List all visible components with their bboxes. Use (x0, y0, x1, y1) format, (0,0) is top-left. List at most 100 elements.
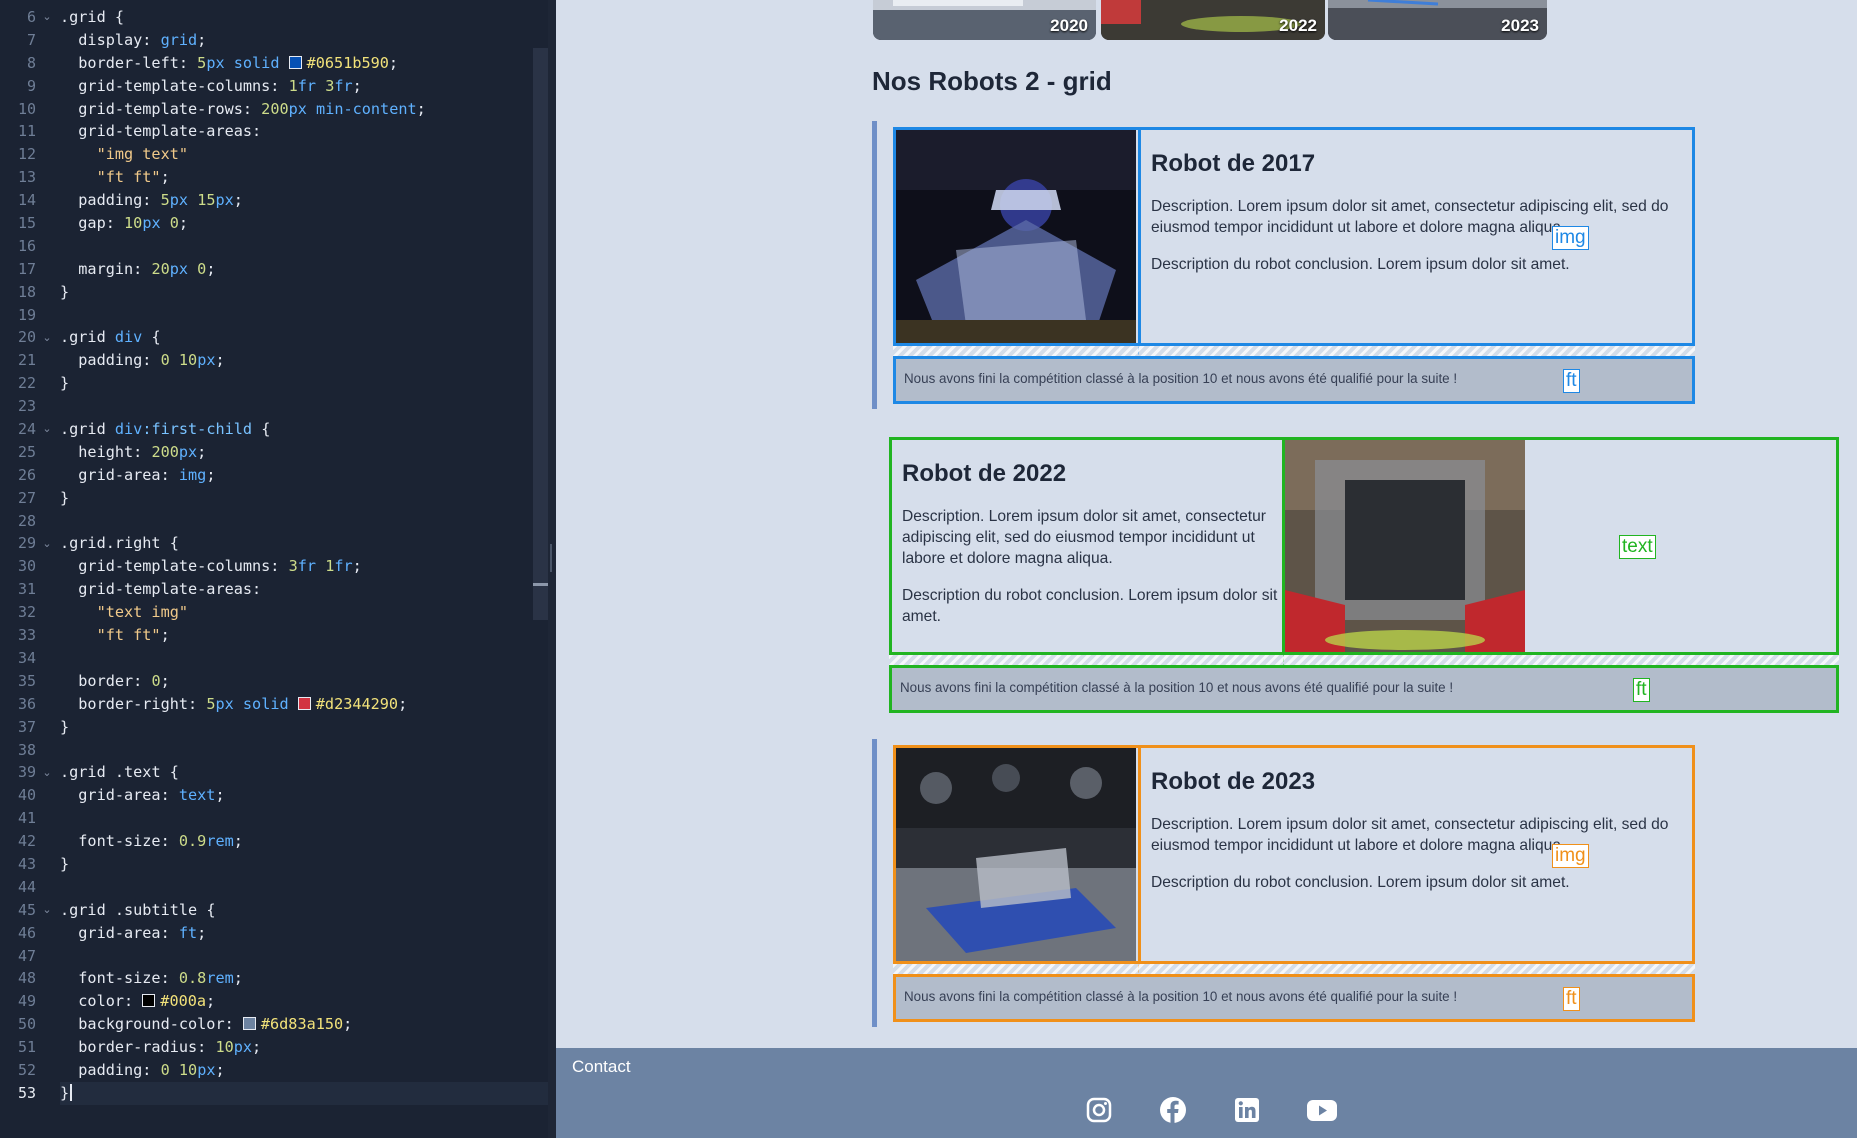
code-line[interactable]: grid-template-areas: (60, 578, 556, 601)
line-number: 41 (17, 809, 36, 828)
color-swatch[interactable] (297, 696, 311, 710)
code-line[interactable] (60, 304, 556, 327)
code-line[interactable] (60, 647, 556, 670)
code-line[interactable]: height: 200px; (60, 441, 556, 464)
code-token: grid-template-rows: (60, 99, 262, 118)
code-line[interactable]: grid-area: text; (60, 784, 556, 807)
code-line[interactable]: font-size: 0.9rem; (60, 830, 556, 853)
code-line[interactable]: grid-area: img; (60, 464, 556, 487)
pane-resize-handle[interactable] (550, 544, 552, 572)
code-line[interactable]: "ft ft"; (60, 624, 556, 647)
code-line[interactable]: .grid .subtitle { (60, 899, 556, 922)
robot-description: Description. Lorem ipsum dolor sit amet,… (1151, 816, 1669, 854)
thumb-2023[interactable]: 2023 (1328, 0, 1547, 40)
code-line[interactable]: margin: 20px 0; (60, 258, 556, 281)
color-swatch[interactable] (242, 1017, 256, 1031)
code-line[interactable]: "img text" (60, 143, 556, 166)
code-line[interactable]: border-radius: 10px; (60, 1036, 556, 1059)
code-line[interactable]: grid-template-columns: 1fr 3fr; (60, 75, 556, 98)
code-area[interactable]: .grid { display: grid; border-left: 5px … (60, 6, 556, 1105)
robot-title: Robot de 2023 (1151, 768, 1316, 795)
code-line[interactable]: "text img" (60, 601, 556, 624)
code-line[interactable]: .grid div:first-child { (60, 418, 556, 441)
code-line[interactable]: } (60, 853, 556, 876)
code-token: ; (343, 1015, 353, 1034)
code-token: ; (388, 53, 399, 72)
code-line[interactable] (60, 876, 556, 899)
code-line[interactable]: padding: 0 10px; (60, 1059, 556, 1082)
code-line[interactable]: } (60, 716, 556, 739)
code-line[interactable]: grid-template-rows: 200px min-content; (60, 98, 556, 121)
code-token: ; (206, 259, 216, 278)
grid-area-label-text: text (1619, 535, 1656, 559)
code-line[interactable]: .grid.right { (60, 532, 556, 555)
code-line[interactable]: font-size: 0.8rem; (60, 967, 556, 990)
fold-chevron-icon[interactable]: ⌄ (40, 327, 54, 350)
fold-chevron-icon[interactable]: ⌄ (40, 762, 54, 785)
code-token: gap: (60, 214, 125, 233)
code-token: ; (206, 465, 216, 484)
color-swatch[interactable] (288, 55, 302, 69)
thumb-2022[interactable]: 2022 (1101, 0, 1325, 40)
thumb-2020[interactable]: 2020 (873, 0, 1096, 40)
code-line[interactable]: grid-template-columns: 3fr 1fr; (60, 555, 556, 578)
line-number: 9 (26, 76, 36, 95)
code-line[interactable]: .grid div { (60, 326, 556, 349)
code-line[interactable]: grid-area: ft; (60, 922, 556, 945)
code-token: px (169, 191, 198, 210)
fold-chevron-icon[interactable]: ⌄ (40, 899, 54, 922)
code-line[interactable]: } (60, 1081, 556, 1105)
contact-link[interactable]: Contact (572, 1057, 631, 1077)
code-token: ; (197, 442, 207, 461)
code-token: #6d83a150 (260, 1015, 344, 1034)
code-line[interactable]: } (60, 372, 556, 395)
facebook-icon[interactable] (1159, 1096, 1187, 1124)
code-line[interactable]: border-left: 5px solid #0651b590; (60, 52, 556, 75)
instagram-icon[interactable] (1085, 1096, 1113, 1124)
code-line[interactable]: color: #000a; (60, 990, 556, 1013)
line-number: 23 (17, 397, 36, 416)
line-number: 16 (17, 236, 36, 255)
code-line[interactable] (60, 510, 556, 533)
code-line[interactable] (60, 807, 556, 830)
code-token: ; (233, 969, 243, 988)
editor-scrollbar[interactable] (533, 48, 548, 620)
thumb-year: 2023 (1501, 16, 1539, 35)
youtube-icon[interactable] (1306, 1096, 1338, 1124)
code-token: border: (60, 671, 152, 690)
code-line[interactable]: } (60, 281, 556, 304)
code-line[interactable]: padding: 5px 15px; (60, 189, 556, 212)
line-number: 10 (17, 99, 36, 118)
fold-chevron-icon[interactable]: ⌄ (40, 6, 54, 29)
grid-area-label-ft: ft (1633, 678, 1650, 702)
code-line[interactable] (60, 235, 556, 258)
code-token: ; (233, 832, 243, 851)
line-number: 28 (17, 511, 36, 530)
code-line[interactable]: border: 0; (60, 670, 556, 693)
code-line[interactable]: gap: 10px 0; (60, 212, 556, 235)
code-token: ; (178, 214, 189, 233)
code-line[interactable]: border-right: 5px solid #d2344290; (60, 693, 556, 716)
color-swatch[interactable] (142, 994, 156, 1008)
code-line[interactable]: display: grid; (60, 29, 556, 52)
code-token: ; (352, 557, 362, 576)
code-line[interactable]: .grid .text { (60, 761, 556, 784)
code-token: 3 (325, 76, 335, 95)
code-line[interactable]: } (60, 487, 556, 510)
code-line[interactable]: .grid { (60, 6, 556, 29)
fold-chevron-icon[interactable]: ⌄ (40, 533, 54, 556)
code-line[interactable]: padding: 0 10px; (60, 349, 556, 372)
grid-row-gap (893, 346, 1695, 356)
code-line[interactable] (60, 395, 556, 418)
code-line[interactable]: grid-template-areas: (60, 120, 556, 143)
code-token: fr (297, 557, 326, 576)
code-line[interactable] (60, 739, 556, 762)
linkedin-icon[interactable] (1233, 1096, 1261, 1124)
code-line[interactable]: "ft ft"; (60, 166, 556, 189)
code-editor[interactable]: 6 7 8 9 10 11 12 13 14 15 16 17 18 19 20 21 22 23 24 25 26 27… (0, 0, 556, 1138)
fold-chevron-icon[interactable]: ⌄ (40, 418, 54, 441)
code-line[interactable]: background-color: #6d83a150; (60, 1013, 556, 1036)
grid-left-border (872, 739, 877, 1027)
code-line[interactable] (60, 945, 556, 968)
line-number: 35 (17, 671, 36, 690)
